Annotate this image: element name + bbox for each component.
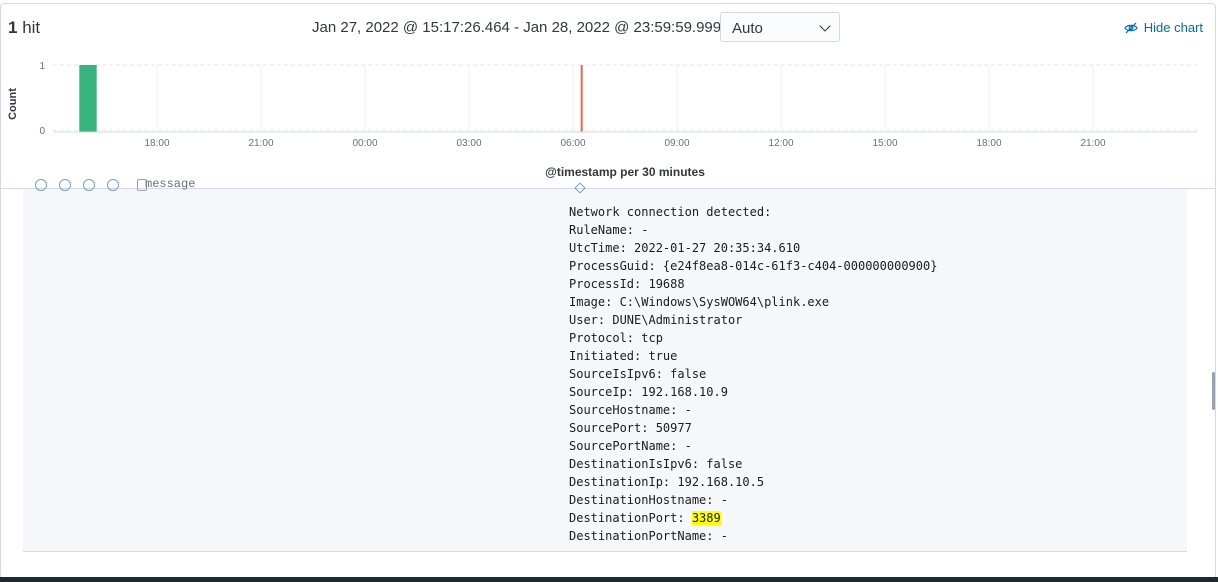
x-tick-label: 18:00 [144,138,169,149]
dest-port-key: DestinationPort: [569,511,692,525]
hide-chart-label: Hide chart [1143,20,1203,35]
field-actions-row: message [33,177,223,193]
discover-panel: 1 hit Jan 27, 2022 @ 15:17:26.464 - Jan … [0,3,1216,579]
message-line: DestinationIp: 192.168.10.5 [569,475,765,489]
x-tick-label: 18:00 [976,138,1001,149]
x-tick-label: 09:00 [664,138,689,149]
x-tick-label: 06:00 [560,138,585,149]
chevron-down-icon [819,20,831,32]
message-line: SourcePortName: - [569,439,692,453]
message-line: DestinationIsIpv6: false [569,457,743,471]
message-line: Initiated: true [569,349,678,363]
expanded-document: message Network connection detected: Rule… [23,177,1187,552]
dest-port-highlight: 3389 [691,511,721,525]
x-tick-label: 21:00 [1080,138,1105,149]
y-tick-label: 1 [39,61,45,72]
x-tick-label: 15:00 [872,138,897,149]
field-name: message [145,177,196,191]
interval-select[interactable]: Auto [720,12,840,42]
histogram-chart: Count 18:00 21:00 00:00 03:00 06:00 09:00 12:0… [1,52,1215,188]
message-line: Network connection detected: [569,205,772,219]
message-line: ProcessId: 19688 [569,277,685,291]
message-line: DestinationHostname: - [569,493,728,507]
toggle-column-icon[interactable] [83,179,95,191]
eye-closed-icon [1124,22,1138,33]
message-line: UtcTime: 2022-01-27 20:35:34.610 [569,241,801,255]
message-line: SourceIp: 192.168.10.9 [569,385,728,399]
message-line: Protocol: tcp [569,331,663,345]
filter-exists-icon[interactable] [107,179,119,191]
time-range-label: Jan 27, 2022 @ 15:17:26.464 - Jan 28, 20… [312,19,722,36]
message-line: ProcessGuid: {e24f8ea8-014c-61f3-c404-00… [569,259,938,273]
message-value: Network connection detected: RuleName: - U… [569,203,937,545]
x-tick-label: 21:00 [248,138,273,149]
message-line: RuleName: - [569,223,649,237]
hit-counter: 1 hit [8,18,40,38]
x-tick-label: 00:00 [352,138,377,149]
message-line: SourcePort: 50977 [569,421,692,435]
hide-chart-button[interactable]: Hide chart [1124,20,1203,35]
histogram-bar [79,65,97,132]
results-header: 1 hit Jan 27, 2022 @ 15:17:26.464 - Jan … [1,4,1215,52]
bottom-strip [0,577,1218,582]
message-line: User: DUNE\Administrator [569,313,743,327]
message-line: SourceIsIpv6: false [569,367,707,381]
hit-count: 1 [8,18,18,37]
x-tick-label: 12:00 [768,138,793,149]
y-tick-label: 0 [39,126,45,137]
message-lines: Network connection detected: RuleName: - U… [569,203,937,509]
page-scrollbar[interactable] [1212,372,1215,410]
histogram-svg[interactable]: 18:00 21:00 00:00 03:00 06:00 09:00 12:00 15:00… [1,52,1215,162]
filter-in-icon[interactable] [35,179,47,191]
hit-label: hit [22,18,41,37]
message-line-destination-port-name: DestinationPortName: - [569,529,728,543]
filter-out-icon[interactable] [59,179,71,191]
message-line: Image: C:\Windows\SysWOW64\plink.exe [569,295,830,309]
x-tick-label: 03:00 [456,138,481,149]
message-line: SourceHostname: - [569,403,692,417]
interval-value: Auto [732,20,763,37]
message-line-destination-port: DestinationPort: 3389 [569,509,937,527]
